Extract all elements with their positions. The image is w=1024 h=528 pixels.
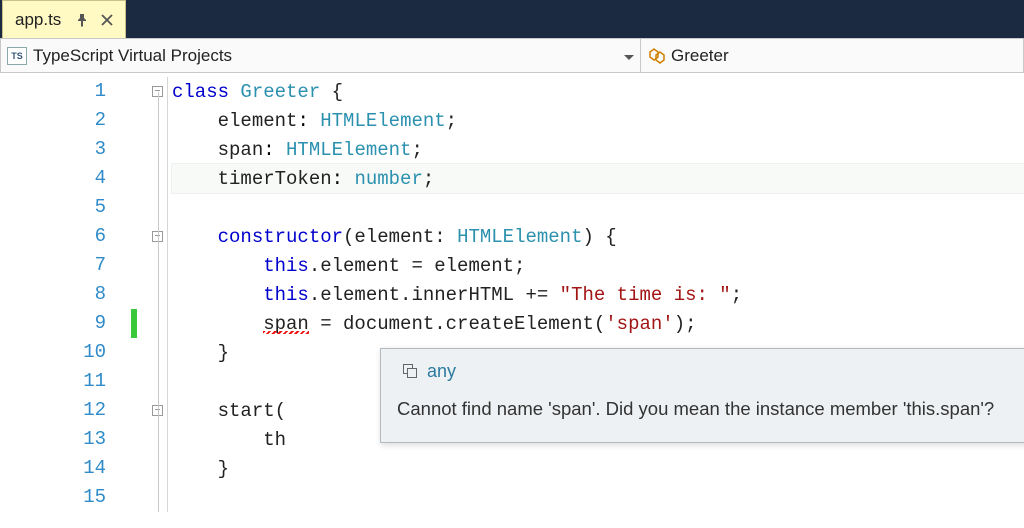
fold-column: − − − <box>148 77 168 512</box>
project-scope-dropdown[interactable]: TS TypeScript Virtual Projects <box>1 39 641 72</box>
change-marker-column <box>120 77 148 512</box>
pin-icon[interactable] <box>75 13 89 27</box>
current-line: timerToken: number; <box>172 164 1024 193</box>
code-content[interactable]: class Greeter { element: HTMLElement; sp… <box>172 77 1024 512</box>
code-editor[interactable]: 123 456 789 101112 131415 − − − class Gr… <box>0 73 1024 512</box>
changed-line-marker <box>131 309 137 338</box>
member-scope-dropdown[interactable]: Greeter <box>641 39 1023 72</box>
project-scope-label: TypeScript Virtual Projects <box>33 46 232 66</box>
stack-icon <box>403 364 419 380</box>
tooltip-type: any <box>427 361 456 382</box>
ts-file-icon: TS <box>7 47 27 65</box>
tooltip-message: Cannot find name 'span'. Did you mean th… <box>397 396 1024 422</box>
error-tooltip: any Cannot find name 'span'. Did you mea… <box>380 348 1024 443</box>
class-icon <box>647 47 665 65</box>
file-tab[interactable]: app.ts <box>2 0 126 38</box>
member-scope-label: Greeter <box>671 46 729 66</box>
close-icon[interactable] <box>101 14 113 26</box>
chevron-down-icon <box>624 46 634 66</box>
navigation-bar: TS TypeScript Virtual Projects Greeter <box>0 38 1024 73</box>
line-number-gutter: 123 456 789 101112 131415 <box>0 73 120 512</box>
tab-filename: app.ts <box>15 10 61 30</box>
error-squiggle: span <box>263 313 309 335</box>
editor-tab-bar: app.ts <box>0 0 1024 38</box>
